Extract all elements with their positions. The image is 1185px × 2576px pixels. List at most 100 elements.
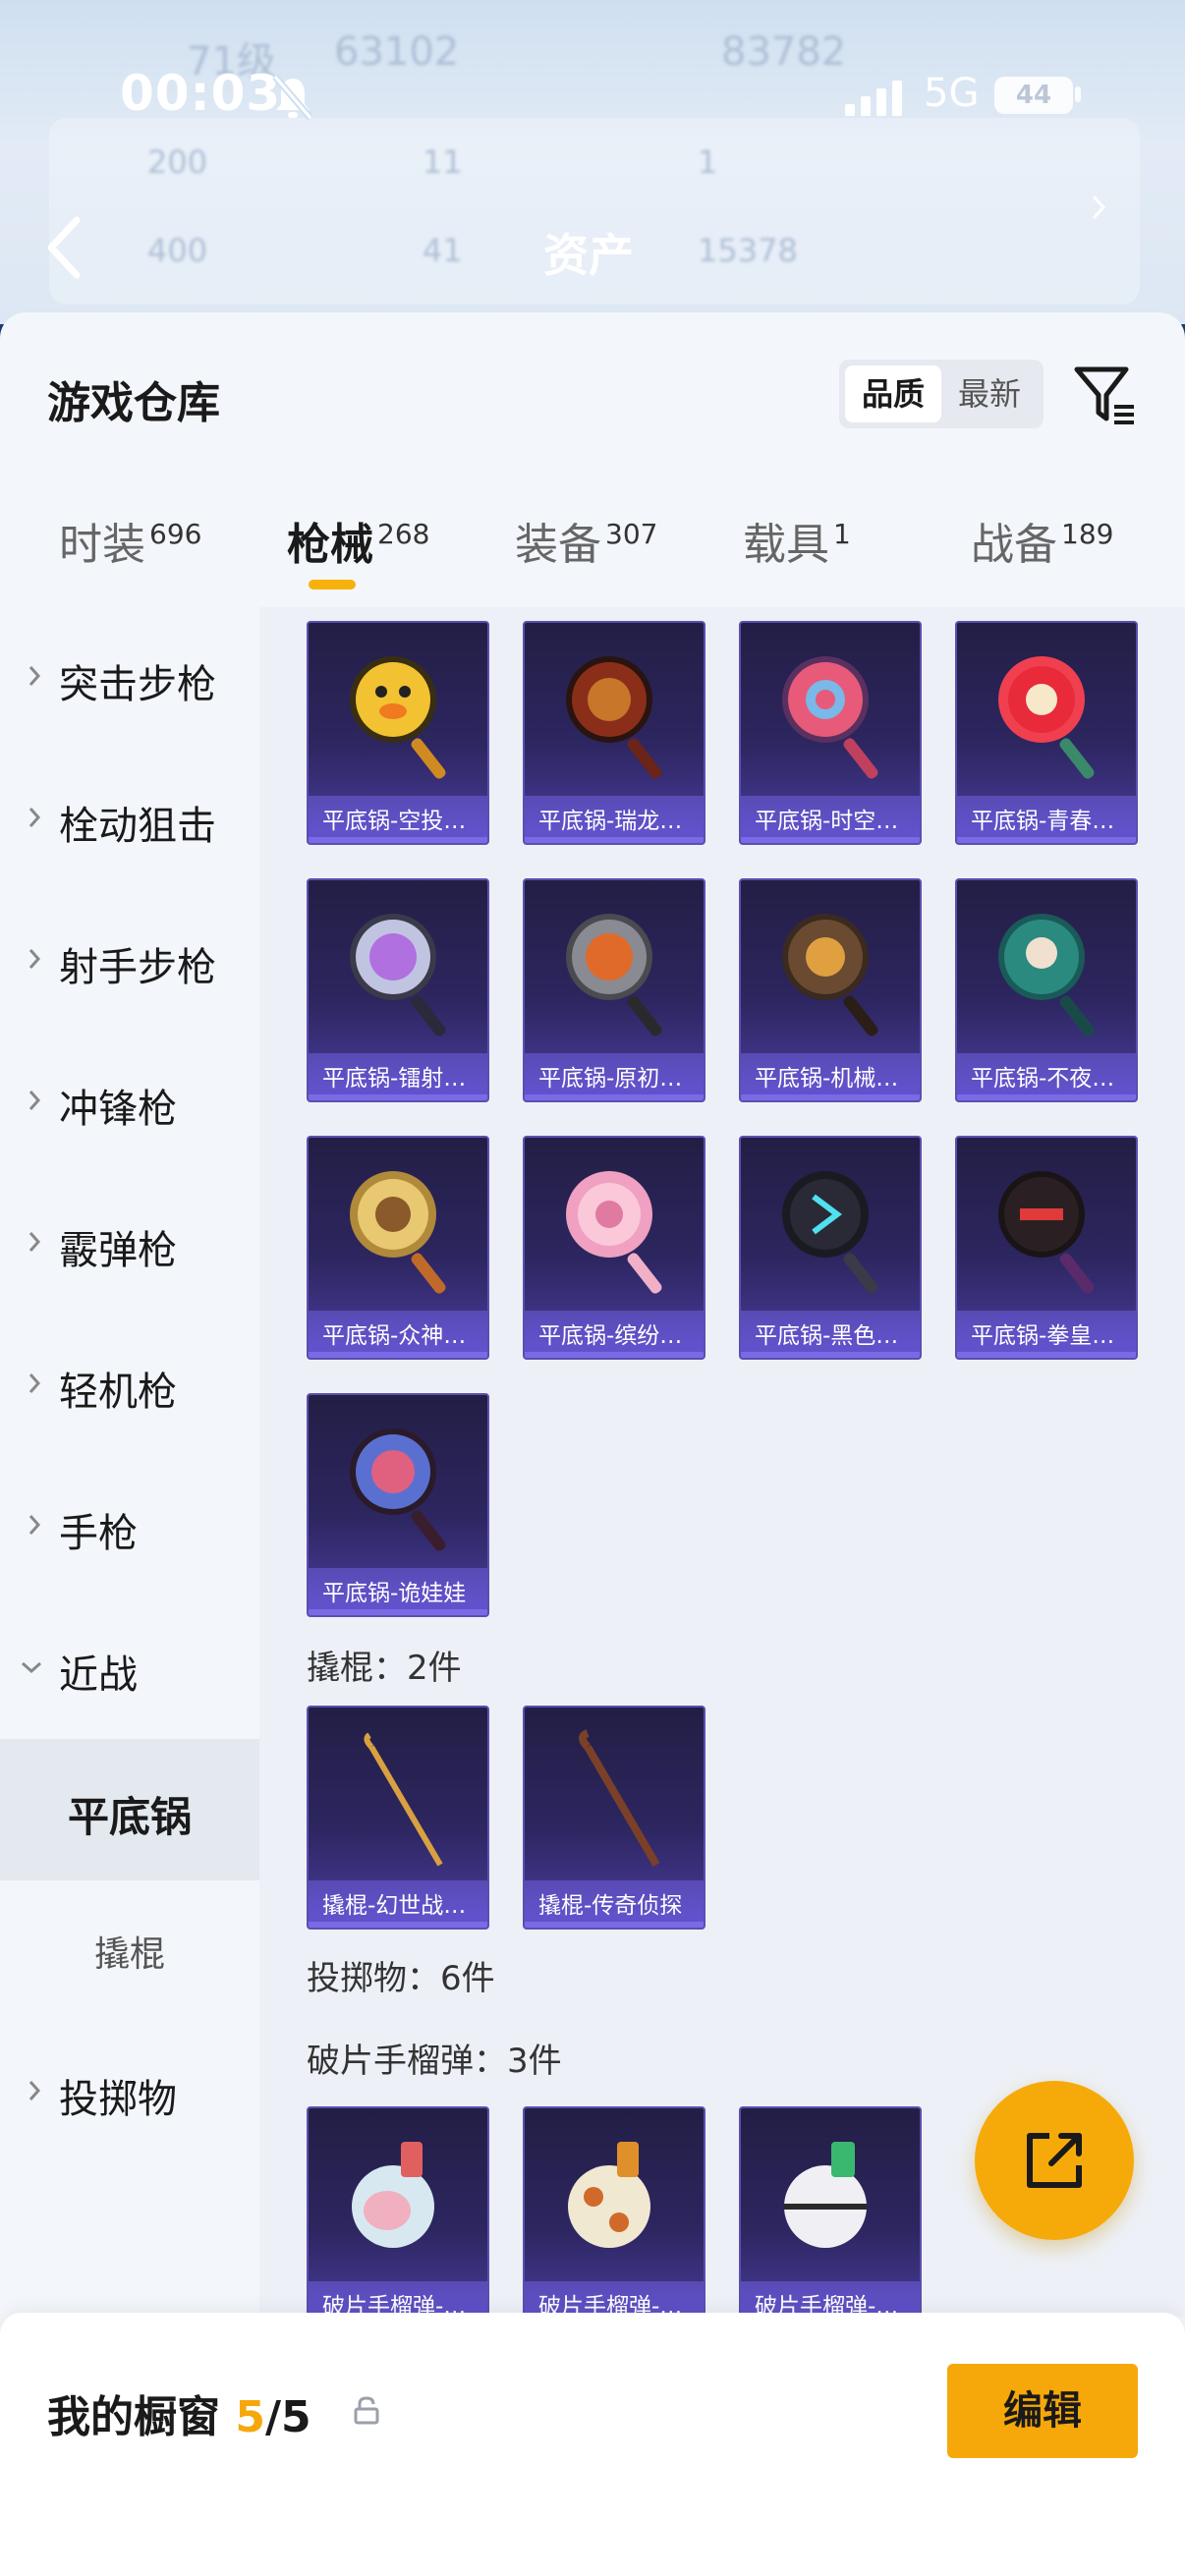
sidebar-item-smg[interactable]: 冲锋枪 bbox=[0, 1032, 259, 1173]
warehouse-title: 游戏仓库 bbox=[47, 378, 220, 428]
item-card[interactable]: 平底锅-镭射… bbox=[307, 878, 489, 1102]
sidebar-subitem-pan[interactable]: 平底锅 bbox=[0, 1739, 259, 1880]
sidebar-subitem-crowbar[interactable]: 撬棍 bbox=[0, 1880, 259, 2022]
asset-c: 1 bbox=[698, 143, 718, 181]
pan-icon bbox=[566, 914, 662, 1036]
item-card[interactable]: 撬棍-幻世战… bbox=[307, 1706, 489, 1930]
sort-latest-button[interactable]: 最新 bbox=[941, 365, 1038, 422]
grenade-section-header: 破片手榴弹：3件 bbox=[307, 2042, 562, 2081]
sidebar-item-label: 霰弹枪 bbox=[59, 1228, 177, 1273]
sidebar-item-melee[interactable]: 近战 bbox=[0, 1597, 259, 1739]
item-card[interactable]: 平底锅-机械… bbox=[739, 878, 922, 1102]
filter-icon[interactable] bbox=[1071, 362, 1140, 430]
sidebar-item-label: 冲锋枪 bbox=[59, 1087, 177, 1132]
status-bar: 00:03 5G 44 bbox=[0, 65, 1185, 134]
tab-count: 189 bbox=[1061, 518, 1114, 550]
item-card[interactable]: 破片手榴弹-… bbox=[523, 2106, 705, 2317]
lock-icon bbox=[354, 2396, 379, 2425]
asset-f: 15378 bbox=[698, 232, 798, 269]
battery-level: 44 bbox=[1015, 81, 1052, 110]
pan-icon bbox=[566, 656, 662, 779]
item-name: 平底锅-青春… bbox=[971, 809, 1115, 834]
tab-combat-gear[interactable]: 战备 189 bbox=[971, 509, 1113, 572]
edit-button[interactable]: 编辑 bbox=[947, 2364, 1138, 2458]
tab-guns[interactable]: 枪械 268 bbox=[287, 509, 429, 572]
share-icon bbox=[1027, 2133, 1082, 2188]
chevron-right-icon bbox=[28, 1091, 41, 1110]
sidebar-item-label: 平底锅 bbox=[67, 1793, 192, 1841]
chevron-right-icon bbox=[28, 666, 41, 686]
network-type: 5G bbox=[924, 71, 980, 116]
share-button[interactable] bbox=[975, 2081, 1134, 2240]
sidebar-item-bolt-sniper[interactable]: 栓动狙击 bbox=[0, 749, 259, 890]
item-card[interactable]: 平底锅-缤纷… bbox=[523, 1136, 705, 1360]
battery-icon: 44 bbox=[994, 77, 1073, 114]
showcase-bar: 我的橱窗 5/5 编辑 bbox=[0, 2313, 1185, 2576]
tab-count: 1 bbox=[833, 518, 851, 550]
item-name: 平底锅-瑞龙… bbox=[538, 809, 683, 834]
item-name: 平底锅-时空… bbox=[755, 809, 899, 834]
item-card[interactable]: 平底锅-拳皇… bbox=[955, 1136, 1138, 1360]
tab-vehicles[interactable]: 载具 1 bbox=[743, 509, 851, 572]
showcase-title: 我的橱窗 bbox=[47, 2392, 220, 2442]
item-card[interactable]: 平底锅-瑞龙… bbox=[523, 621, 705, 845]
pan-icon bbox=[782, 656, 878, 779]
grenade-icon bbox=[568, 2142, 650, 2248]
item-card[interactable]: 破片手榴弹-… bbox=[307, 2106, 489, 2317]
showcase-label: 我的橱窗 5/5 bbox=[47, 2381, 311, 2444]
crowbar-icon bbox=[364, 1732, 443, 1867]
sort-quality-button[interactable]: 品质 bbox=[845, 365, 941, 422]
chevron-right-icon bbox=[28, 1373, 41, 1393]
sidebar-item-lmg[interactable]: 轻机枪 bbox=[0, 1315, 259, 1456]
item-card[interactable]: 破片手榴弹-… bbox=[739, 2106, 922, 2317]
throwable-section-header: 投掷物：6件 bbox=[307, 1959, 495, 1998]
back-icon[interactable] bbox=[43, 214, 83, 281]
chevron-right-icon bbox=[28, 1232, 41, 1252]
page-title: 资产 bbox=[543, 229, 634, 282]
item-card[interactable]: 平底锅-诡娃娃 bbox=[307, 1393, 489, 1617]
sidebar-item-label: 突击步枪 bbox=[59, 662, 216, 707]
item-name: 撬棍-传奇侦探 bbox=[538, 1893, 683, 1919]
item-card[interactable]: 平底锅-不夜… bbox=[955, 878, 1138, 1102]
sidebar-item-marksman-rifle[interactable]: 射手步枪 bbox=[0, 890, 259, 1032]
sidebar-item-label: 近战 bbox=[59, 1652, 138, 1698]
item-card[interactable]: 平底锅-空投… bbox=[307, 621, 489, 845]
item-card[interactable]: 平底锅-时空… bbox=[739, 621, 922, 845]
item-name: 平底锅-机械… bbox=[755, 1066, 899, 1092]
sidebar-item-shotgun[interactable]: 霰弹枪 bbox=[0, 1173, 259, 1315]
pan-icon bbox=[350, 1171, 446, 1294]
item-name: 平底锅-黑色… bbox=[755, 1323, 899, 1349]
asset-a: 200 bbox=[147, 143, 208, 181]
pan-icon bbox=[782, 1171, 878, 1294]
item-card[interactable]: 撬棍-传奇侦探 bbox=[523, 1706, 705, 1930]
active-tab-indicator bbox=[309, 580, 356, 589]
item-card[interactable]: 平底锅-众神… bbox=[307, 1136, 489, 1360]
chevron-right-icon[interactable] bbox=[1089, 193, 1108, 222]
sidebar-item-throwable[interactable]: 投掷物 bbox=[0, 2022, 259, 2163]
sidebar-item-pistol[interactable]: 手枪 bbox=[0, 1456, 259, 1597]
pan-icon bbox=[566, 1171, 662, 1294]
item-card[interactable]: 平底锅-原初… bbox=[523, 878, 705, 1102]
sidebar-item-label: 投掷物 bbox=[59, 2077, 177, 2122]
chevron-right-icon bbox=[28, 949, 41, 969]
tab-label: 战备 bbox=[971, 520, 1057, 570]
pan-icon bbox=[998, 1171, 1095, 1294]
category-sidebar: 突击步枪 栓动狙击 射手步枪 冲锋枪 霰弹枪 轻机枪 手枪 近战 平底锅 撬棍 … bbox=[0, 607, 259, 2572]
tab-fashion[interactable]: 时装 696 bbox=[59, 509, 201, 572]
grenade-icon bbox=[352, 2142, 434, 2248]
item-card[interactable]: 平底锅-黑色… bbox=[739, 1136, 922, 1360]
chevron-right-icon bbox=[28, 1515, 41, 1535]
item-card[interactable]: 平底锅-青春… bbox=[955, 621, 1138, 845]
chevron-down-icon bbox=[22, 1661, 41, 1674]
sort-toggle: 品质 最新 bbox=[839, 360, 1044, 428]
item-name: 平底锅-镭射… bbox=[322, 1066, 467, 1092]
showcase-current: 5 bbox=[235, 2392, 265, 2442]
showcase-total: /5 bbox=[264, 2392, 311, 2442]
tab-equipment[interactable]: 装备 307 bbox=[515, 509, 657, 572]
crowbar-icon bbox=[579, 1729, 660, 1868]
sidebar-item-assault-rifle[interactable]: 突击步枪 bbox=[0, 607, 259, 749]
pan-icon bbox=[350, 1428, 446, 1551]
pan-icon bbox=[350, 656, 446, 779]
mute-icon bbox=[272, 74, 313, 121]
sidebar-item-label: 轻机枪 bbox=[59, 1370, 177, 1415]
